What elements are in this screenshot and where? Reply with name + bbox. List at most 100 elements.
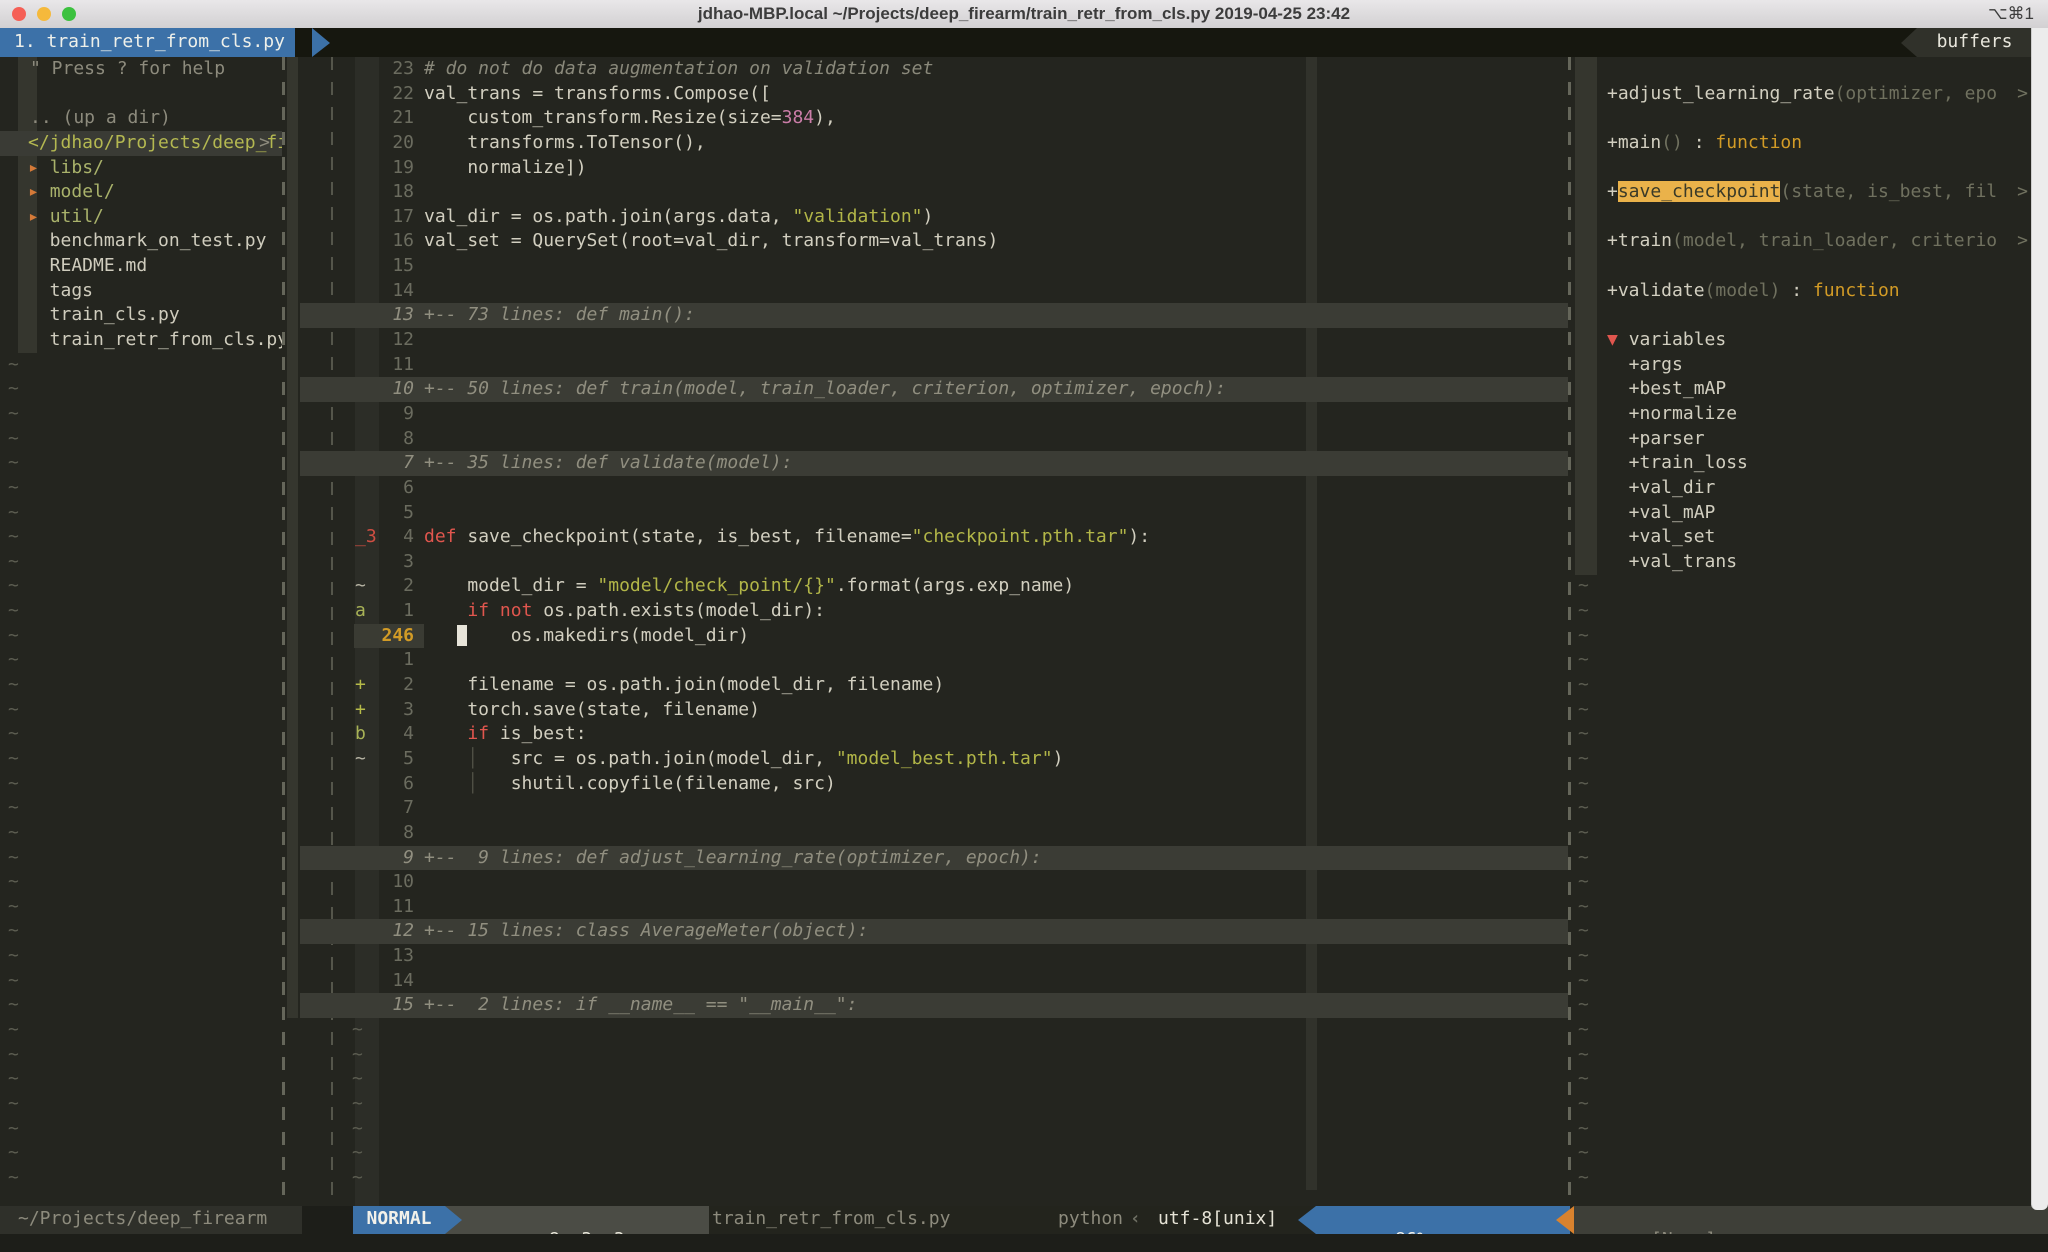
code-line[interactable]: 8 [300,821,1568,846]
code-line[interactable]: 12 [300,328,1568,353]
tree-item[interactable]: .. (up a dir) [0,106,282,131]
tag-spacer [1572,57,2032,82]
code-line[interactable]: 10 [300,870,1568,895]
tag-item[interactable]: +main() : function [1572,131,2032,156]
tag-item[interactable]: +val_trans [1572,550,2032,575]
code-line[interactable]: 3 [300,550,1568,575]
code-line[interactable]: 11 [300,895,1568,920]
nerdtree-pane: " Press ? for help .. (up a dir)</jdhao/P… [0,57,282,1206]
line-number: 13 [372,303,414,328]
code-line[interactable]: 15 [300,254,1568,279]
line-number: 13 [372,944,414,969]
code-line[interactable]: +3 torch.save(state, filename) [300,698,1568,723]
line-text: val_trans = transforms.Compose([ [424,82,771,107]
tab-active-buffer[interactable]: 1. train_retr_from_cls.py [0,28,295,60]
tree-item[interactable] [0,82,282,107]
folded-line[interactable]: 13+-- 73 lines: def main(): [300,303,1568,328]
line-number: 7 [372,451,414,476]
code-line[interactable]: 11 [300,353,1568,378]
tree-item[interactable]: ▸ util/ [0,205,282,230]
text-segment: +train_loss [1607,452,1748,473]
tilde-line: ~ [0,377,282,402]
scrollbar[interactable] [2031,28,2048,1210]
tag-item[interactable]: +best_mAP [1572,377,2032,402]
code-line[interactable]: +2 filename = os.path.join(model_dir, fi… [300,673,1568,698]
code-line[interactable]: 14 [300,969,1568,994]
tag-item[interactable]: +val_dir [1572,476,2032,501]
text-segment: +main [1607,132,1661,153]
code-line[interactable]: b4 if is_best: [300,722,1568,747]
tag-item[interactable]: +train_loss [1572,451,2032,476]
code-line[interactable]: 246 os.makedirs(model_dir) [300,624,1568,649]
text-segment: val_dir = os.path.join(args.data, [424,206,792,227]
tilde-line: ~ [0,969,282,994]
text-segment: > [2017,229,2028,254]
folded-line[interactable]: 12+-- 15 lines: class AverageMeter(objec… [300,919,1568,944]
code-line[interactable]: 17val_dir = os.path.join(args.data, "val… [300,205,1568,230]
tree-root-path[interactable]: </jdhao/Projects/deep_firear> [0,131,282,156]
code-line[interactable]: ~2 model_dir = "model/check_point/{}".fo… [300,574,1568,599]
tag-spacer [1572,106,2032,131]
tag-item[interactable]: +parser [1572,427,2032,452]
tab-arrow-icon [312,28,330,57]
tag-item[interactable]: +normalize [1572,402,2032,427]
code-line[interactable]: 6 │ shutil.copyfile(filename, src) [300,772,1568,797]
tag-item[interactable]: +adjust_learning_rate(optimizer, epo> [1572,82,2032,107]
tree-item[interactable]: train_cls.py [0,303,282,328]
tree-item[interactable]: train_retr_from_cls.py [0,328,282,353]
tilde-line: ~ [0,525,282,550]
editor-scrollbar[interactable] [287,57,298,1018]
buffers-label[interactable]: buffers [1917,28,2032,60]
tree-item[interactable]: README.md [0,254,282,279]
folded-line[interactable]: 10+-- 50 lines: def train(model, train_l… [300,377,1568,402]
code-line[interactable]: 18 [300,180,1568,205]
tree-item[interactable]: tags [0,279,282,304]
tilde-line: ~ [0,673,282,698]
code-line[interactable]: 23# do not do data augmentation on valid… [300,57,1568,82]
code-line[interactable]: 5 [300,501,1568,526]
tag-item[interactable]: ▼ variables [1572,328,2032,353]
tag-item[interactable]: +val_mAP [1572,501,2032,526]
tag-item[interactable]: +args [1572,353,2032,378]
folded-line[interactable]: 7+-- 35 lines: def validate(model): [300,451,1568,476]
text-segment: +train [1607,230,1672,251]
text-segment: +best_mAP [1607,378,1726,399]
text-segment: torch.save(state, filename) [424,699,760,720]
code-line[interactable]: 8 [300,427,1568,452]
tilde-line: ~ [0,1092,282,1117]
tree-item[interactable]: benchmark_on_test.py [0,229,282,254]
text-segment: ▸ [28,206,50,227]
text-segment: > [2017,180,2028,205]
code-line[interactable]: 19 normalize]) [300,156,1568,181]
code-line[interactable]: _34def save_checkpoint(state, is_best, f… [300,525,1568,550]
tag-item[interactable]: +train(model, train_loader, criterio> [1572,229,2032,254]
code-line[interactable]: 20 transforms.ToTensor(), [300,131,1568,156]
tree-item[interactable]: ▸ libs/ [0,156,282,181]
code-line[interactable]: 13 [300,944,1568,969]
tag-item[interactable]: +val_set [1572,525,2032,550]
text-segment: libs/ [50,157,104,178]
code-line[interactable]: ~5 │ src = os.path.join(model_dir, "mode… [300,747,1568,772]
folded-line[interactable]: 15+-- 2 lines: if __name__ == "__main__"… [300,993,1568,1018]
text-segment: "validation" [792,206,922,227]
tree-item[interactable]: " Press ? for help [0,57,282,82]
code-line[interactable]: 14 [300,279,1568,304]
code-line[interactable]: 9 [300,402,1568,427]
code-line[interactable]: 7 [300,796,1568,821]
folded-line[interactable]: 9+-- 9 lines: def adjust_learning_rate(o… [300,846,1568,871]
code-line[interactable]: a1 if not os.path.exists(model_dir): [300,599,1568,624]
code-line[interactable]: 6 [300,476,1568,501]
line-text: filename = os.path.join(model_dir, filen… [424,673,944,698]
window-separator[interactable] [1568,57,1571,1206]
tag-item[interactable]: +save_checkpoint(state, is_best, fil> [1572,180,2032,205]
tree-item[interactable]: ▸ model/ [0,180,282,205]
command-line[interactable] [0,1234,2048,1252]
code-line[interactable]: 21 custom_transform.Resize(size=384), [300,106,1568,131]
text-segment: +val_set [1607,526,1715,547]
code-line[interactable]: 22val_trans = transforms.Compose([ [300,82,1568,107]
line-text: │ shutil.copyfile(filename, src) [424,772,836,797]
tag-item[interactable]: +validate(model) : function [1572,279,2032,304]
tilde-line: ~ [0,574,282,599]
code-line[interactable]: 16val_set = QuerySet(root=val_dir, trans… [300,229,1568,254]
code-line[interactable]: 1 [300,648,1568,673]
